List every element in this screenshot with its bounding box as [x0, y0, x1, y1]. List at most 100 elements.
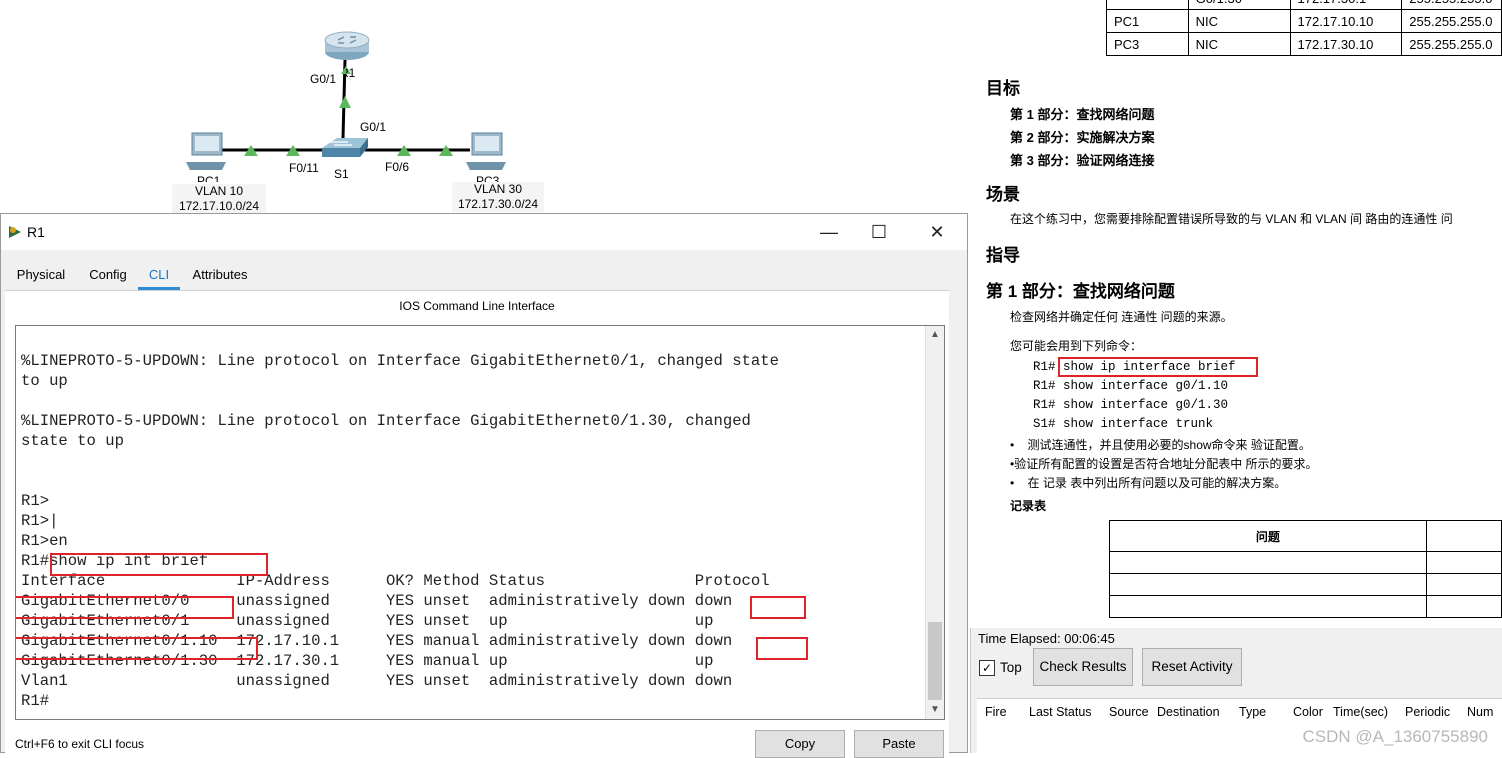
cli-focus-hint: Ctrl+F6 to exit CLI focus: [15, 737, 145, 751]
tab-physical[interactable]: Physical: [12, 260, 70, 288]
cli-scrollbar[interactable]: ▲ ▼: [925, 326, 944, 719]
pc-left-vlan-box: VLAN 10 172.17.10.0/24: [172, 184, 266, 214]
event-column-header[interactable]: Type: [1239, 705, 1266, 719]
event-column-header[interactable]: Color: [1293, 705, 1323, 719]
pc-left-icon: [186, 132, 226, 170]
cli-line: to up: [21, 372, 68, 390]
highlight-down-g0110: [756, 637, 808, 660]
event-column-header[interactable]: Last Status: [1029, 705, 1092, 719]
guide-heading: 指导: [986, 246, 1020, 265]
objectives-heading: 目标: [986, 79, 1020, 98]
cli-line: [21, 331, 921, 351]
address-row: PC1 NIC 172.17.10.10 255.255.255.0: [1106, 9, 1502, 33]
minimize-button[interactable]: —: [809, 218, 849, 246]
scenario-heading: 场景: [986, 185, 1020, 204]
maximize-button[interactable]: ☐: [859, 218, 899, 246]
event-column-header[interactable]: Time(sec): [1333, 705, 1388, 719]
record-cell[interactable]: [1425, 573, 1502, 596]
topology-canvas[interactable]: G0/1 R1 G0/1 S1 F0/11 F0/6 PC1 PC3 VLAN …: [0, 0, 972, 215]
cli-panel: IOS Command Line Interface %LINEPROTO-5-…: [5, 290, 949, 758]
instructions-pane[interactable]: G0/1.30172.17.30.1255.255.255.0PC1NIC172…: [975, 0, 1502, 630]
vlan-right-label: VLAN 30: [473, 182, 523, 196]
record-cell[interactable]: [1425, 551, 1502, 574]
record-heading: 记录表: [1010, 499, 1047, 513]
pc-right-name: PC3: [476, 174, 500, 182]
cli-line: R1>|: [21, 512, 59, 530]
cli-line: %LINEPROTO-5-UPDOWN: Line protocol on In…: [21, 352, 779, 370]
part1-heading: 第 1 部分：查找网络问题: [986, 282, 1175, 301]
cli-line: [21, 471, 921, 491]
objective-3: 第 3 部分：验证网络连接: [1010, 153, 1155, 168]
record-cell[interactable]: [1109, 551, 1427, 574]
objective-2: 第 2 部分：实施解决方案: [1010, 130, 1155, 145]
r1-window: R1 — ☐ ✕ Physical Config CLI Attributes …: [0, 213, 968, 758]
address-cell: 172.17.30.1: [1289, 0, 1403, 10]
router-port-label: G0/1: [310, 72, 337, 86]
scroll-up-arrow[interactable]: ▲: [926, 326, 944, 344]
top-label: Top: [1000, 660, 1022, 675]
tab-cli[interactable]: CLI: [138, 260, 180, 290]
cli-line: R1>: [21, 492, 50, 510]
record-table: 问题: [1109, 520, 1502, 618]
cli-line: [21, 451, 921, 471]
copy-button[interactable]: Copy: [755, 730, 845, 758]
part1-text: 检查网络并确定任何 连通性 问题的来源。: [1010, 310, 1233, 324]
tab-attributes[interactable]: Attributes: [188, 260, 252, 288]
close-button[interactable]: ✕: [917, 218, 957, 246]
address-row: G0/1.30172.17.30.1255.255.255.0: [1106, 0, 1502, 10]
address-cell: 255.255.255.0: [1401, 32, 1502, 56]
address-cell: 172.17.10.10: [1289, 9, 1403, 33]
record-cell[interactable]: [1425, 595, 1502, 618]
highlight-g0110: [16, 637, 258, 660]
cli-line: %LINEPROTO-5-UPDOWN: Line protocol on In…: [21, 412, 751, 430]
switch-uplink-label: G0/1: [360, 120, 387, 134]
link-up-indicator: [339, 96, 351, 108]
event-column-header[interactable]: Periodic: [1405, 705, 1450, 719]
switch-port-right-label: F0/6: [385, 160, 410, 174]
record-cell[interactable]: [1109, 573, 1427, 596]
cli-terminal[interactable]: %LINEPROTO-5-UPDOWN: Line protocol on In…: [15, 325, 945, 720]
tab-config[interactable]: Config: [84, 260, 132, 288]
cli-line: Vlan1 unassigned YES unset administrativ…: [21, 672, 733, 690]
subnet-right-label: 172.17.30.0/24: [457, 197, 539, 211]
cli-line: R1#: [21, 692, 50, 710]
command-3: R1# show interface g0/1.30: [1033, 398, 1229, 412]
device-tabs: Physical Config CLI Attributes: [4, 260, 264, 290]
bullet-3: • 在 记录 表中列出所有问题以及可能的解决方案。: [1010, 476, 1287, 490]
cli-header: IOS Command Line Interface: [399, 299, 555, 313]
pc-left-name: PC1: [197, 174, 221, 182]
record-col-header: 问题: [1109, 520, 1427, 552]
record-col-header-2: [1425, 520, 1502, 552]
scroll-thumb[interactable]: [928, 622, 942, 700]
address-cell: 255.255.255.0: [1401, 0, 1502, 10]
event-column-header[interactable]: Source: [1109, 705, 1149, 719]
event-column-header[interactable]: Fire: [985, 705, 1007, 719]
paste-button[interactable]: Paste: [854, 730, 944, 758]
check-results-button[interactable]: Check Results: [1033, 648, 1133, 686]
command-2: R1# show interface g0/1.10: [1033, 379, 1229, 393]
top-checkbox[interactable]: ✓: [979, 660, 995, 676]
record-cell[interactable]: [1109, 595, 1427, 618]
highlight-command: [50, 553, 268, 576]
address-cell: 172.17.30.10: [1289, 32, 1403, 56]
window-title: R1: [27, 224, 45, 240]
scroll-down-arrow[interactable]: ▼: [926, 701, 944, 719]
scenario-text: 在这个练习中，您需要排除配置错误所导致的与 VLAN 和 VLAN 间 路由的连…: [1010, 212, 1453, 226]
switch-name-label: S1: [334, 167, 349, 181]
address-cell: PC1: [1106, 9, 1189, 33]
reset-activity-button[interactable]: Reset Activity: [1142, 648, 1242, 686]
command-4: S1# show interface trunk: [1033, 417, 1214, 431]
packet-tracer-icon: [9, 226, 21, 238]
address-cell: NIC: [1187, 32, 1291, 56]
event-column-header[interactable]: Destination: [1157, 705, 1220, 719]
commands-intro: 您可能会用到下列命令：: [1010, 339, 1143, 353]
address-cell: 255.255.255.0: [1401, 9, 1502, 33]
router-icon: [324, 31, 370, 60]
address-cell: NIC: [1187, 9, 1291, 33]
objective-1: 第 1 部分：查找网络问题: [1010, 107, 1155, 122]
cli-line: [21, 391, 921, 411]
bullet-2: •验证所有配置的设置是否符合地址分配表中 所示的要求。: [1010, 457, 1318, 471]
window-titlebar[interactable]: R1 — ☐ ✕: [1, 214, 967, 250]
switch-icon: [322, 138, 368, 157]
event-column-header[interactable]: Num: [1467, 705, 1493, 719]
